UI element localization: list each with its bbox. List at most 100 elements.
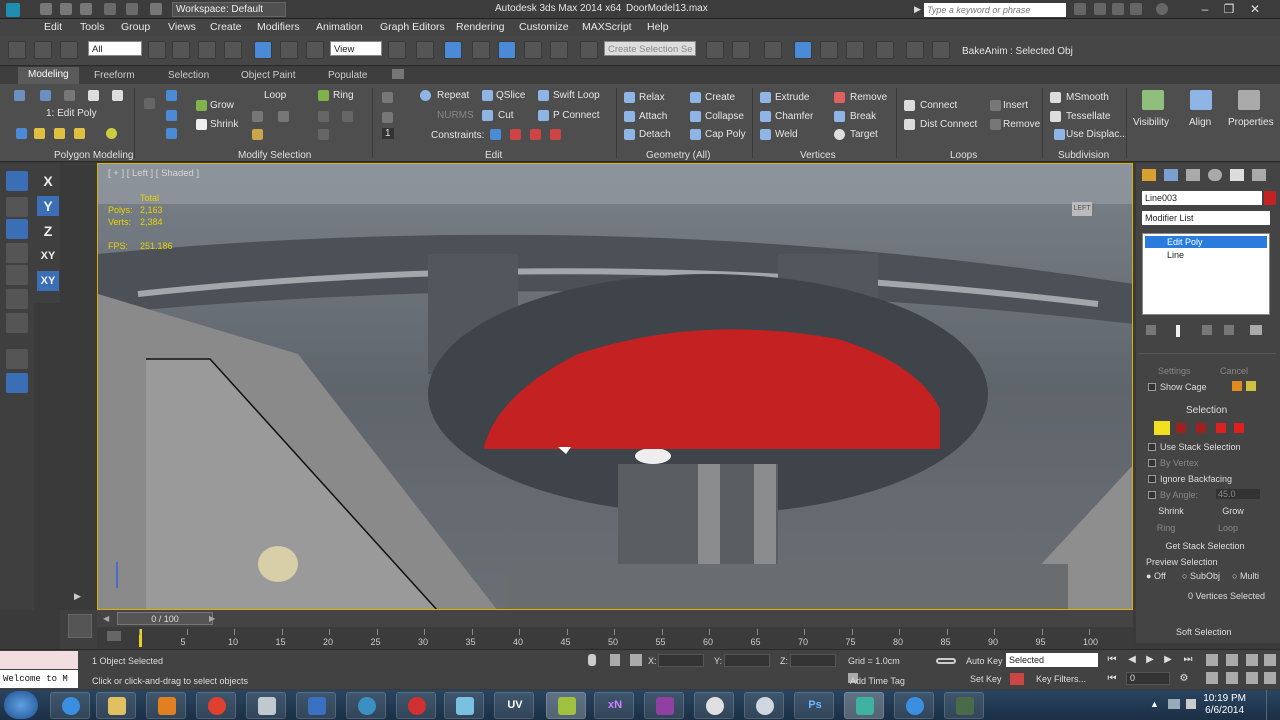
snap-tool-icon-8[interactable] (6, 349, 28, 369)
insert-button[interactable]: Insert (1003, 100, 1028, 111)
loop-button[interactable]: Loop (264, 90, 286, 101)
remove-button[interactable]: Remove (850, 92, 887, 103)
pan-icon[interactable] (1226, 672, 1238, 684)
chamfer-button[interactable]: Chamfer (775, 111, 813, 122)
menu-maxscript[interactable]: MAXScript (582, 21, 632, 33)
menu-views[interactable]: Views (168, 21, 196, 33)
stack-item-edit-poly[interactable]: Edit Poly (1145, 236, 1267, 248)
axis-xy-button[interactable]: XY (37, 246, 59, 266)
relax-button[interactable]: Relax (639, 92, 665, 103)
lock-selection-icon[interactable] (610, 654, 620, 666)
p-connect-button[interactable]: P Connect (553, 110, 600, 121)
preview-off-radio[interactable]: ● Off (1146, 571, 1166, 581)
snaps-toggle-icon[interactable] (472, 41, 490, 59)
repeat-icon[interactable] (420, 90, 431, 101)
track-bar[interactable]: 5 10 15 20 25 30 35 40 45 50 55 60 65 70 75 80 85 90 95 100 (97, 627, 1133, 649)
search-input[interactable]: Type a keyword or phrase (924, 3, 1066, 17)
remove-loop-button[interactable]: Remove (1003, 119, 1040, 130)
remove-icon[interactable] (834, 92, 845, 103)
create-button[interactable]: Create (705, 92, 735, 103)
detach-icon[interactable] (624, 129, 635, 140)
menu-tools[interactable]: Tools (80, 21, 105, 33)
menu-create[interactable]: Create (210, 21, 242, 33)
select-object-icon[interactable] (148, 41, 166, 59)
border-mode-icon[interactable] (64, 90, 75, 101)
grow-icon[interactable] (196, 100, 207, 111)
network-icon[interactable] (1168, 699, 1180, 709)
remove-modifier-icon[interactable] (1224, 325, 1234, 335)
axis-z-button[interactable]: Z (37, 221, 59, 241)
unlink-icon[interactable] (34, 41, 52, 59)
schematic-view-icon[interactable] (846, 41, 864, 59)
tab-object-paint[interactable]: Object Paint (241, 70, 295, 81)
snap-tool-icon-5[interactable] (6, 265, 28, 285)
soft-selection-rollout[interactable]: Soft Selection (1176, 627, 1232, 637)
play-icon[interactable]: ▶ (1142, 653, 1158, 667)
prev-frame-icon[interactable]: ◀ (1124, 653, 1140, 667)
preserve-uvs-icon[interactable] (382, 92, 393, 103)
tweak-icon[interactable] (382, 112, 393, 123)
select-and-scale-icon[interactable] (306, 41, 324, 59)
element-level-icon[interactable] (1234, 423, 1244, 433)
time-config-button[interactable]: ⚙ (1176, 672, 1192, 686)
add-time-tag-button[interactable]: Add Time Tag (850, 676, 905, 686)
cage-color-1[interactable] (1232, 381, 1242, 391)
zoom-all-icon[interactable] (1226, 654, 1238, 666)
show-end-result-icon[interactable] (1176, 325, 1180, 337)
save-file-icon[interactable] (80, 3, 92, 15)
properties-icon[interactable] (1238, 90, 1260, 110)
menu-customize[interactable]: Customize (519, 21, 569, 33)
cap-poly-button[interactable]: Cap Poly (705, 129, 746, 140)
msmooth-button[interactable]: MSmooth (1066, 92, 1109, 103)
loops-panel-label[interactable]: Loops (950, 150, 977, 161)
menu-help[interactable]: Help (647, 21, 669, 33)
edge-mode-icon[interactable] (40, 90, 51, 101)
weld-button[interactable]: Weld (775, 129, 798, 140)
ribbon-options-icon[interactable] (392, 69, 404, 79)
constraint-face-icon[interactable] (530, 129, 541, 140)
preview-subobj-radio[interactable]: ○ SubObj (1182, 571, 1220, 581)
shrink-button-panel[interactable]: Shrink (1146, 504, 1196, 518)
layer-manager-icon[interactable] (764, 41, 782, 59)
dist-connect-button[interactable]: Dist Connect (920, 119, 977, 130)
menu-rendering[interactable]: Rendering (456, 21, 504, 33)
weld-icon[interactable] (760, 129, 771, 140)
align-ribbon-icon[interactable] (1190, 90, 1212, 110)
undo-icon[interactable] (104, 3, 116, 15)
percent-snap-icon[interactable] (524, 41, 542, 59)
isolate-icon[interactable] (588, 654, 596, 666)
maxscript-listener-input[interactable]: Welcome to M (0, 670, 78, 688)
show-desktop-button[interactable] (1266, 690, 1280, 720)
taskbar-photoshop[interactable]: Ps (794, 692, 834, 719)
preview-multi-radio[interactable]: ○ Multi (1232, 571, 1259, 581)
absolute-mode-icon[interactable] (630, 654, 642, 666)
by-vertex-checkbox[interactable] (1148, 459, 1156, 467)
hold-icon[interactable] (150, 3, 162, 15)
selection-rollout-header[interactable]: Selection (1186, 405, 1227, 416)
chevron-right-icon[interactable]: ▶ (914, 4, 921, 15)
curve-editor-icon[interactable] (820, 41, 838, 59)
display-panel-icon[interactable] (1230, 169, 1244, 181)
utilities-panel-icon[interactable] (1252, 169, 1266, 181)
axis-y-button[interactable]: Y (37, 196, 59, 216)
viewcube[interactable]: LEFT (1072, 202, 1092, 216)
key-mode-dropdown[interactable]: Selected (1006, 653, 1098, 667)
ring-shift-icon-2[interactable] (342, 111, 353, 122)
maximize-viewport-icon[interactable] (1264, 672, 1276, 684)
border-level-icon[interactable] (1196, 423, 1206, 433)
cancel-button[interactable]: Cancel (1220, 366, 1248, 376)
dist-connect-icon[interactable] (904, 119, 915, 130)
p-connect-icon[interactable] (538, 110, 549, 121)
motion-panel-icon[interactable] (1208, 169, 1222, 181)
tab-freeform[interactable]: Freeform (94, 70, 135, 81)
stack-icon-5[interactable] (106, 128, 117, 139)
geometry-panel-label[interactable]: Geometry (All) (646, 150, 710, 161)
stack-icon-3[interactable] (54, 128, 65, 139)
x-coordinate-field[interactable] (658, 654, 704, 667)
connect-button[interactable]: Connect (920, 100, 957, 111)
selection-filter-dropdown[interactable]: All (88, 41, 142, 56)
snap-tool-icon-9[interactable] (6, 373, 28, 393)
break-button[interactable]: Break (850, 111, 876, 122)
taskbar-outlook[interactable] (296, 692, 336, 719)
nurms-button[interactable]: NURMS (437, 110, 474, 121)
